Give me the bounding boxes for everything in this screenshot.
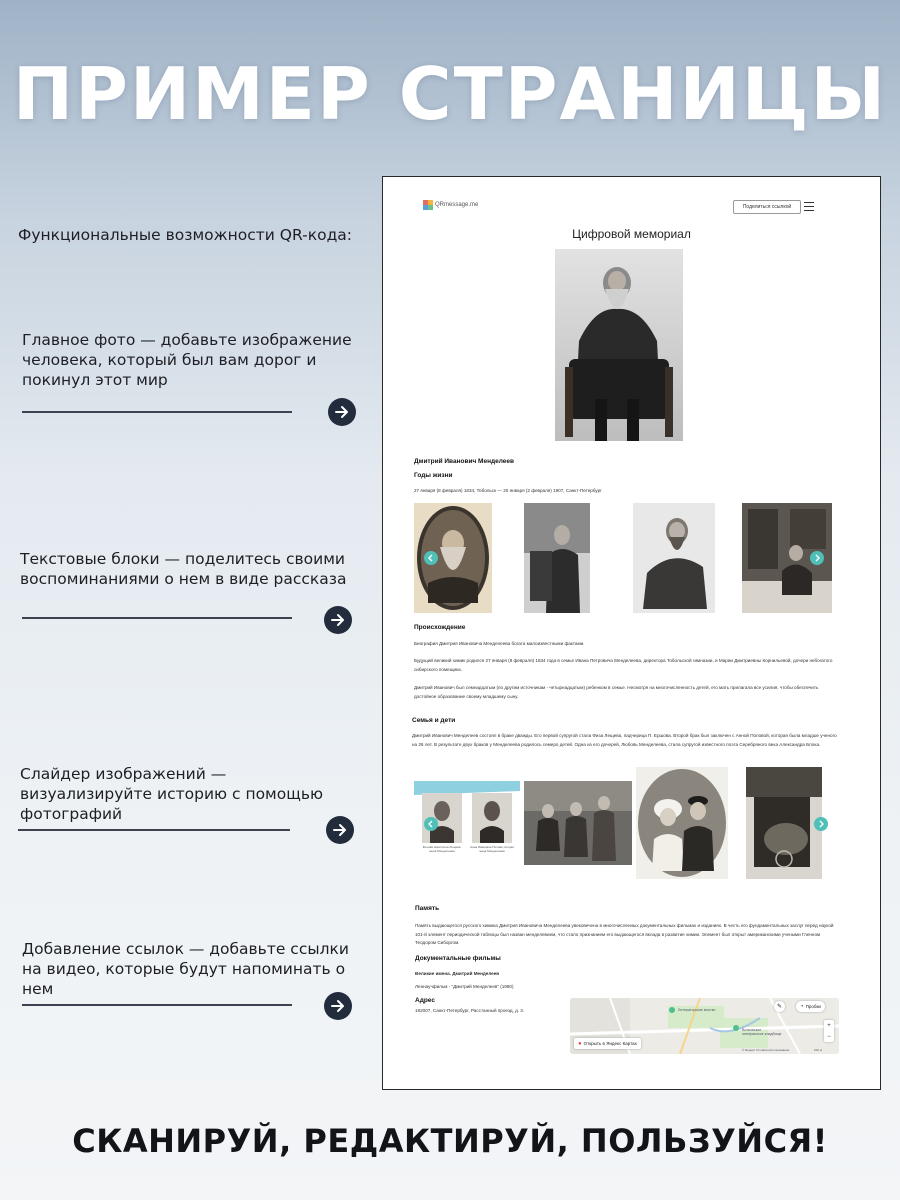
chevron-right-icon <box>819 820 824 828</box>
slider-next-button[interactable] <box>810 551 824 565</box>
arrow-right-button[interactable] <box>324 992 352 1020</box>
feature-text: Добавление ссылок — добавьте ссылки на в… <box>22 940 349 998</box>
page-header: QRmessage.me Поделиться ссылкой <box>383 177 880 221</box>
features-intro: Функциональные возможности QR-кода: <box>18 226 353 244</box>
arrow-right-icon <box>333 824 346 836</box>
photo-caption: Феозва Никитична Лещева, жена Менделеева <box>422 845 462 853</box>
arrow-right-button[interactable] <box>326 816 354 844</box>
memory-text: Память выдающегося русского химика Дмитр… <box>415 923 834 945</box>
open-maps-label: Открыть в Яндекс Картах <box>583 1041 637 1046</box>
memory-heading: Память <box>415 905 440 912</box>
feature-text: Главное фото — добавьте изображение чело… <box>22 331 352 389</box>
family-text: Дмитрий Иванович Менделеев состоял в бра… <box>412 733 837 747</box>
map-pin-icon: ● <box>578 1040 582 1047</box>
films-heading: Документальные фильмы <box>415 955 501 962</box>
slider-photo <box>524 503 590 613</box>
slider-prev-button[interactable] <box>424 817 438 831</box>
origin-paragraph: Дмитрий Иванович был семнадцатым (по дру… <box>414 685 819 699</box>
yandex-map[interactable]: Литераторские мостки Волковское лютеранс… <box>570 998 839 1054</box>
slider-photo <box>633 503 715 613</box>
family-heading: Семья и дети <box>412 717 456 724</box>
person-name: Дмитрий Иванович Менделеев <box>414 458 515 465</box>
arrow-right-icon <box>335 406 348 418</box>
hamburger-menu-icon[interactable] <box>804 202 814 211</box>
memorial-page-preview: QRmessage.me Поделиться ссылкой Цифровой… <box>382 176 881 1090</box>
chevron-right-icon <box>815 554 820 562</box>
feature-divider <box>22 411 292 413</box>
years-heading: Годы жизни <box>414 472 453 479</box>
feature-image-slider: Слайдер изображений — визуализируйте ист… <box>18 764 363 824</box>
arrow-right-button[interactable] <box>324 606 352 634</box>
slogan: СКАНИРУЙ, РЕДАКТИРУЙ, ПОЛЬЗУЙСЯ! <box>72 1122 828 1160</box>
address-heading: Адрес <box>415 997 435 1004</box>
years-text: 27 января (8 февраля) 1834, Тобольск — 2… <box>414 488 602 493</box>
feature-text: Текстовые блоки — поделитесь своими восп… <box>20 550 347 588</box>
chevron-left-icon <box>428 820 433 828</box>
chevron-left-icon <box>428 554 433 562</box>
origin-paragraph: Будущий великий химик родился 27 января … <box>414 658 833 672</box>
slider-next-button[interactable] <box>814 817 828 831</box>
slider-photo <box>524 781 632 865</box>
feature-divider <box>18 829 290 831</box>
memorial-title: Цифровой мемориал <box>572 227 691 241</box>
map-zoom-controls[interactable]: + − <box>824 1020 834 1042</box>
origin-paragraph: Биография Дмитрия Ивановича Менделеева б… <box>414 641 585 646</box>
feature-text-blocks: Текстовые блоки — поделитесь своими восп… <box>18 549 363 589</box>
feature-divider <box>22 617 292 619</box>
slider-photo <box>746 767 822 879</box>
traffic-button[interactable]: ◔ Пробки <box>796 1001 825 1012</box>
qrmessage-logo[interactable]: QRmessage.me <box>423 200 478 210</box>
feature-divider <box>22 1004 292 1006</box>
map-footer[interactable]: © Яндекс Условия использования <box>742 1048 789 1052</box>
zoom-in-icon[interactable]: + <box>827 1023 831 1029</box>
photo-caption: Анна Ивановна Попова, вторая жена Мендел… <box>470 845 514 853</box>
arrow-right-icon <box>331 614 344 626</box>
slider-photo <box>636 767 728 879</box>
logo-text: QRmessage.me <box>435 202 479 208</box>
portrait-image <box>555 249 683 441</box>
traffic-label: Пробки <box>805 1004 821 1009</box>
map-scale: 100 м <box>814 1048 822 1052</box>
feature-main-photo: Главное фото — добавьте изображение чело… <box>18 330 363 390</box>
address-text: 192007, Санкт-Петербург, Расстанный прое… <box>415 1008 525 1013</box>
logo-icon <box>423 200 433 210</box>
arrow-right-icon <box>331 1000 344 1012</box>
slider-prev-button[interactable] <box>424 551 438 565</box>
film-link[interactable]: Великие имена. Дмитрий Менделеев <box>415 970 499 979</box>
open-in-yandex-maps-button[interactable]: ● Открыть в Яндекс Картах <box>574 1038 641 1049</box>
film-link[interactable]: Леннаучфильм - "Дмитрий Менделеев" (1980… <box>415 983 514 992</box>
map-label: Волковское лютеранское кладбище <box>742 1028 782 1036</box>
feature-text: Слайдер изображений — визуализируйте ист… <box>20 765 324 823</box>
traffic-icon: ◔ <box>800 1003 804 1010</box>
share-link-button[interactable]: Поделиться ссылкой <box>733 200 801 214</box>
ruler-button[interactable]: ✎ <box>774 1001 785 1012</box>
main-photo <box>555 249 683 441</box>
ruler-icon: ✎ <box>776 1004 783 1010</box>
feature-links: Добавление ссылок — добавьте ссылки на в… <box>18 939 363 999</box>
map-label: Литераторские мостки <box>678 1008 716 1012</box>
zoom-out-icon[interactable]: − <box>827 1034 831 1040</box>
page-heading: ПРИМЕР СТРАНИЦЫ <box>12 52 888 136</box>
origin-heading: Происхождение <box>414 624 466 631</box>
arrow-right-button[interactable] <box>328 398 356 426</box>
